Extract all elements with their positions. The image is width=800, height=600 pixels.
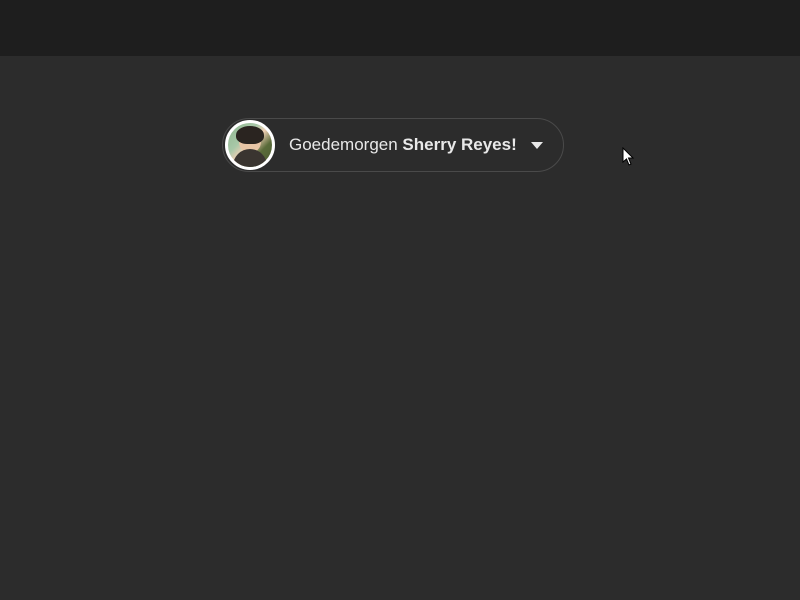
mouse-cursor-icon xyxy=(622,147,636,167)
greeting-text: Goedemorgen Sherry Reyes! xyxy=(289,135,517,155)
chevron-down-icon xyxy=(531,142,543,149)
user-avatar xyxy=(225,120,275,170)
user-greeting-dropdown[interactable]: Goedemorgen Sherry Reyes! xyxy=(222,118,564,172)
greeting-prefix: Goedemorgen xyxy=(289,135,402,154)
greeting-name: Sherry Reyes! xyxy=(402,135,516,154)
top-bar xyxy=(0,0,800,56)
